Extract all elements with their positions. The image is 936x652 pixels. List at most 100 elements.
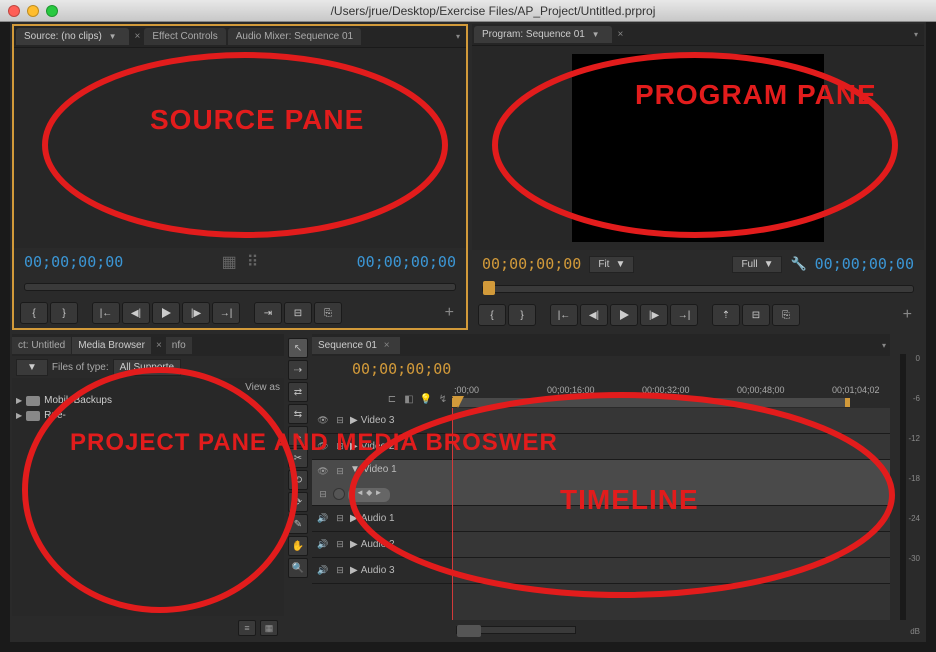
- marker-icon[interactable]: ◧: [402, 392, 416, 406]
- speaker-icon[interactable]: 🔊: [316, 512, 330, 526]
- track-expand-icon[interactable]: ▶: [350, 441, 358, 452]
- play-button[interactable]: [610, 304, 638, 326]
- program-playhead[interactable]: [483, 281, 495, 295]
- track-collapse-icon[interactable]: ▼: [350, 464, 360, 475]
- audio-track-header[interactable]: 🔊⊟▶Audio 1: [312, 506, 452, 532]
- track-row[interactable]: [452, 532, 890, 558]
- source-tab-close-icon[interactable]: ×: [131, 31, 145, 42]
- track-row[interactable]: [452, 460, 890, 506]
- timeline-timecode[interactable]: 00;00;00;00: [352, 360, 451, 378]
- lock-icon[interactable]: ⊟: [333, 464, 347, 478]
- list-view-icon[interactable]: ≡: [238, 620, 256, 636]
- audio-only-icon[interactable]: ⠿: [247, 252, 259, 272]
- eye-icon[interactable]: 👁: [316, 464, 330, 478]
- play-button[interactable]: [152, 302, 180, 324]
- track-expand-icon[interactable]: ▶: [350, 513, 358, 524]
- tab-source[interactable]: Source: (no clips) ▼: [16, 28, 129, 45]
- mark-out-button[interactable]: }: [508, 304, 536, 326]
- export-frame-button[interactable]: ⎘: [772, 304, 800, 326]
- pen-tool-icon[interactable]: ✎: [288, 514, 308, 534]
- wrench-icon[interactable]: ↯: [436, 392, 450, 406]
- close-icon[interactable]: [8, 5, 20, 17]
- track-expand-icon[interactable]: ▶: [350, 415, 358, 426]
- selection-tool-icon[interactable]: ↖: [288, 338, 308, 358]
- tab-effect-controls[interactable]: Effect Controls: [144, 28, 225, 45]
- track-expand-icon[interactable]: ▶: [350, 565, 358, 576]
- step-fwd-button[interactable]: |▶: [182, 302, 210, 324]
- tab-program[interactable]: Program: Sequence 01 ▼: [474, 26, 612, 43]
- panel-menu-icon[interactable]: ▾: [914, 30, 918, 39]
- sync-lock-icon[interactable]: ⊟: [316, 488, 330, 502]
- slide-tool-icon[interactable]: ⟳: [288, 492, 308, 512]
- keyframe-dropdown[interactable]: ◄ ◆ ►: [348, 488, 390, 502]
- thumb-view-icon[interactable]: ▦: [260, 620, 278, 636]
- zoom-icon[interactable]: [46, 5, 58, 17]
- track-select-tool-icon[interactable]: ⇢: [288, 360, 308, 380]
- panel-menu-icon[interactable]: ▾: [456, 32, 460, 41]
- lock-icon[interactable]: ⊟: [333, 512, 347, 526]
- tab-sequence[interactable]: Sequence 01 ×: [312, 337, 400, 354]
- eye-icon[interactable]: 👁: [316, 440, 330, 454]
- disclosure-icon[interactable]: ▶: [16, 396, 22, 405]
- bulb-icon[interactable]: 💡: [419, 392, 433, 406]
- ripple-edit-tool-icon[interactable]: ⇄: [288, 382, 308, 402]
- program-play-timecode[interactable]: 00;00;00;00: [482, 255, 581, 273]
- media-browser-close-icon[interactable]: ×: [152, 340, 166, 351]
- media-browser-list[interactable]: View as ▶ MobileBackups ▶ Rue-: [12, 378, 284, 616]
- view-as-label[interactable]: View as: [16, 382, 280, 393]
- track-expand-icon[interactable]: ▶: [350, 539, 358, 550]
- rolling-edit-tool-icon[interactable]: ⇆: [288, 404, 308, 424]
- go-to-out-button[interactable]: →|: [212, 302, 240, 324]
- mark-in-button[interactable]: {: [20, 302, 48, 324]
- lock-icon[interactable]: ⊟: [333, 414, 347, 428]
- slip-tool-icon[interactable]: ⟲: [288, 470, 308, 490]
- playhead-line[interactable]: [452, 408, 453, 620]
- program-seq-dropdown-icon[interactable]: ▼: [588, 30, 604, 39]
- overwrite-button[interactable]: ⊟: [284, 302, 312, 324]
- snap-icon[interactable]: ⊏: [385, 392, 399, 406]
- program-dur-timecode[interactable]: 00;00;00;00: [815, 255, 914, 273]
- work-area-bar[interactable]: [452, 398, 850, 407]
- tab-project[interactable]: ct: Untitled: [12, 337, 71, 354]
- zoom-slider[interactable]: [456, 626, 576, 634]
- track-row[interactable]: [452, 558, 890, 584]
- step-fwd-button[interactable]: |▶: [640, 304, 668, 326]
- step-back-button[interactable]: ◀|: [580, 304, 608, 326]
- source-clip-dropdown-icon[interactable]: ▼: [105, 32, 121, 41]
- eye-icon[interactable]: 👁: [316, 414, 330, 428]
- program-tab-close-icon[interactable]: ×: [614, 29, 628, 40]
- button-editor-icon[interactable]: +: [439, 304, 460, 322]
- program-scrubber[interactable]: [482, 285, 914, 293]
- tab-media-browser[interactable]: Media Browser: [72, 337, 151, 354]
- panel-menu-icon[interactable]: ▾: [882, 341, 886, 350]
- audio-track-header[interactable]: 🔊⊟▶Audio 2: [312, 532, 452, 558]
- filetype-dropdown[interactable]: All Supporte: [113, 359, 181, 376]
- track-style-icon[interactable]: [333, 488, 345, 500]
- mark-in-button[interactable]: {: [478, 304, 506, 326]
- tab-info[interactable]: nfo: [166, 337, 192, 354]
- mark-out-button[interactable]: }: [50, 302, 78, 324]
- track-row[interactable]: [452, 434, 890, 460]
- video-track-header[interactable]: 👁⊟▼Video 1⊟◄ ◆ ►: [312, 460, 452, 506]
- lock-icon[interactable]: ⊟: [333, 538, 347, 552]
- button-editor-icon[interactable]: +: [897, 306, 918, 324]
- go-to-out-button[interactable]: →|: [670, 304, 698, 326]
- step-back-button[interactable]: ◀|: [122, 302, 150, 324]
- source-in-timecode[interactable]: 00;00;00;00: [24, 253, 123, 271]
- timeline-ruler[interactable]: ;00;00 00;00;16;00 00;00;32;00 00;00;48;…: [452, 382, 890, 408]
- extract-button[interactable]: ⊟: [742, 304, 770, 326]
- speaker-icon[interactable]: 🔊: [316, 564, 330, 578]
- insert-button[interactable]: ⇥: [254, 302, 282, 324]
- video-track-header[interactable]: 👁⊟▶Video 2: [312, 434, 452, 460]
- razor-tool-icon[interactable]: ✂: [288, 448, 308, 468]
- track-row[interactable]: [452, 506, 890, 532]
- track-row[interactable]: [452, 408, 890, 434]
- list-item[interactable]: ▶ MobileBackups: [16, 393, 280, 408]
- tab-audio-mixer[interactable]: Audio Mixer: Sequence 01: [228, 28, 361, 45]
- lift-button[interactable]: ⇡: [712, 304, 740, 326]
- list-item[interactable]: ▶ Rue-: [16, 408, 280, 423]
- export-frame-button[interactable]: ⎘: [314, 302, 342, 324]
- speaker-icon[interactable]: 🔊: [316, 538, 330, 552]
- track-content[interactable]: [452, 408, 890, 620]
- minimize-icon[interactable]: [27, 5, 39, 17]
